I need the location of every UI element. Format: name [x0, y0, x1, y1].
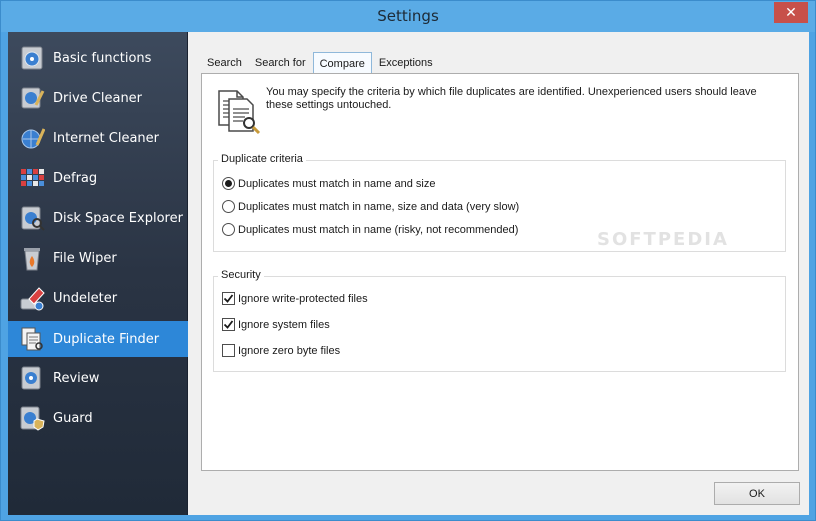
sidebar-item-disk-space-explorer[interactable]: Disk Space Explorer: [8, 200, 188, 236]
guard-icon: [18, 404, 46, 432]
checkbox-unchecked-icon[interactable]: [222, 344, 235, 357]
tab-compare[interactable]: Compare: [312, 52, 372, 75]
tab-exceptions[interactable]: Exceptions: [373, 52, 439, 74]
checkbox-ignore-system-files[interactable]: Ignore system files: [222, 318, 330, 331]
duplicate-finder-icon: [18, 325, 46, 353]
radio-icon[interactable]: [222, 200, 235, 213]
sidebar-item-basic-functions[interactable]: Basic functions: [8, 40, 188, 76]
radio-selected-icon[interactable]: [222, 177, 235, 190]
info-description: You may specify the criteria by which fi…: [266, 86, 757, 111]
sidebar: Basic functions Drive Cleaner Internet C…: [8, 32, 188, 515]
checkbox-checked-icon[interactable]: [222, 318, 235, 331]
radio-name-size-and-data[interactable]: Duplicates must match in name, size and …: [222, 200, 519, 213]
sidebar-item-guard[interactable]: Guard: [8, 400, 188, 436]
sidebar-item-label: Guard: [53, 410, 93, 426]
undeleter-icon: [18, 284, 46, 312]
sidebar-item-label: Duplicate Finder: [53, 331, 160, 347]
sidebar-item-duplicate-finder[interactable]: Duplicate Finder: [8, 321, 188, 357]
sidebar-item-label: Disk Space Explorer: [53, 210, 183, 226]
defrag-icon: [18, 164, 46, 192]
client-area: Basic functions Drive Cleaner Internet C…: [8, 32, 809, 515]
tab-strip: Search Search for Compare Exceptions: [201, 52, 440, 75]
security-group: Security Ignore write-protected files Ig…: [213, 269, 786, 372]
radio-name-and-size[interactable]: Duplicates must match in name and size: [222, 177, 435, 190]
radio-icon[interactable]: [222, 223, 235, 236]
sidebar-item-label: Drive Cleaner: [53, 90, 143, 106]
radio-name-only[interactable]: Duplicates must match in name (risky, no…: [222, 223, 518, 236]
sidebar-item-internet-cleaner[interactable]: Internet Cleaner: [8, 120, 188, 156]
document-search-icon: [215, 87, 263, 135]
file-wiper-icon: [18, 244, 46, 272]
settings-window: Settings ✕ Basic functions Drive Cleaner: [0, 0, 816, 521]
title-bar[interactable]: Settings ✕: [1, 1, 815, 32]
sidebar-item-label: File Wiper: [53, 250, 117, 266]
sidebar-item-label: Review: [53, 370, 100, 386]
group-title: Duplicate criteria: [218, 153, 306, 165]
sidebar-item-label: Internet Cleaner: [53, 130, 159, 146]
sidebar-item-drive-cleaner[interactable]: Drive Cleaner: [8, 80, 188, 116]
sidebar-item-label: Defrag: [53, 170, 98, 186]
close-button[interactable]: ✕: [774, 2, 808, 23]
drive-cleaner-icon: [18, 84, 46, 112]
sidebar-item-file-wiper[interactable]: File Wiper: [8, 240, 188, 276]
compare-panel: You may specify the criteria by which fi…: [201, 73, 799, 471]
group-title: Security: [218, 269, 264, 281]
sidebar-item-review[interactable]: Review: [8, 360, 188, 396]
sidebar-item-label: Undeleter: [53, 290, 118, 306]
ok-button[interactable]: OK: [714, 482, 800, 505]
checkbox-ignore-write-protected[interactable]: Ignore write-protected files: [222, 292, 368, 305]
checkbox-ignore-zero-byte[interactable]: Ignore zero byte files: [222, 344, 340, 357]
main-area: Search Search for Compare Exceptions You…: [189, 32, 809, 515]
sidebar-item-label: Basic functions: [53, 50, 152, 66]
sidebar-item-defrag[interactable]: Defrag: [8, 160, 188, 196]
sidebar-item-undeleter[interactable]: Undeleter: [8, 280, 188, 316]
internet-cleaner-icon: [18, 124, 46, 152]
review-icon: [18, 364, 46, 392]
close-icon: ✕: [785, 4, 797, 20]
tab-search-for[interactable]: Search for: [249, 52, 312, 74]
checkbox-checked-icon[interactable]: [222, 292, 235, 305]
basic-functions-icon: [18, 44, 46, 72]
disk-space-explorer-icon: [18, 204, 46, 232]
tab-search[interactable]: Search: [201, 52, 248, 74]
watermark: SOFTPEDIA: [597, 229, 729, 250]
window-title: Settings: [377, 7, 439, 25]
